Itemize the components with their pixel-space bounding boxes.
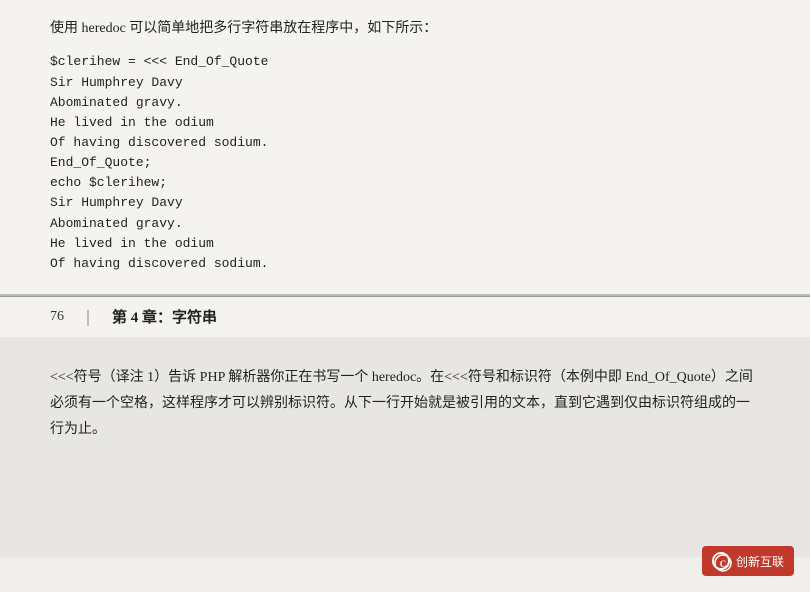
- chapter-title: 第 4 章：字符串: [112, 306, 217, 327]
- page-footer: 76 ｜ 第 4 章：字符串: [0, 296, 810, 337]
- page-number: 76: [50, 309, 64, 325]
- svg-text:C: C: [720, 559, 727, 569]
- page-top-section: 使用 heredoc 可以简单地把多行字符串放在程序中，如下所示： $cleri…: [0, 0, 810, 296]
- code-block: $clerihew = <<< End_Of_Quote Sir Humphre…: [50, 52, 760, 274]
- watermark: C 创新互联: [702, 546, 794, 576]
- page-bottom-section: <<<符号（译注 1）告诉 PHP 解析器你正在书写一个 heredoc。在<<…: [0, 337, 810, 557]
- body-text: <<<符号（译注 1）告诉 PHP 解析器你正在书写一个 heredoc。在<<…: [50, 365, 760, 443]
- intro-text: 使用 heredoc 可以简单地把多行字符串放在程序中，如下所示：: [50, 18, 760, 40]
- footer-separator: ｜: [80, 305, 96, 329]
- watermark-icon: C: [712, 552, 730, 570]
- brand-icon: C: [714, 554, 732, 572]
- watermark-label: 创新互联: [736, 553, 784, 570]
